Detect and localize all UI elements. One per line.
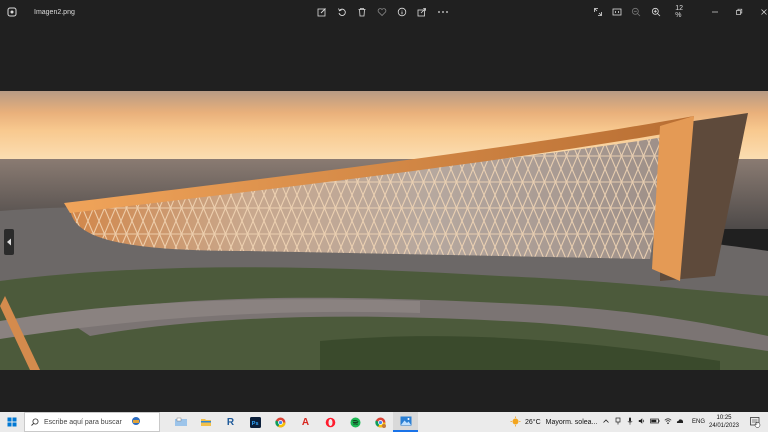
taskbar-photos-icon[interactable] [393,412,418,432]
actual-size-icon[interactable] [611,6,622,18]
maximize-button[interactable] [727,0,752,24]
zoom-in-icon[interactable] [650,6,661,18]
previous-image-button[interactable] [4,229,14,255]
clock-date: 24/01/2023 [708,423,740,429]
weather-description: Mayorm. solea... [545,418,598,426]
search-placeholder: Escribe aquí para buscar [44,418,122,426]
favorite-heart-icon[interactable] [376,6,388,18]
close-button[interactable] [751,0,768,24]
cortana-icon [130,413,142,431]
file-name: Imagen2.png [34,8,75,16]
share-icon[interactable] [416,6,428,18]
sun-icon [510,416,521,429]
svg-text:Ps: Ps [252,420,259,426]
taskbar-opera-icon[interactable] [318,412,343,432]
taskbar-task-view-icon[interactable] [168,412,193,432]
system-tray: ENG [602,412,705,432]
taskbar-chrome-profile-icon[interactable] [368,412,393,432]
taskbar-spotify-icon[interactable] [343,412,368,432]
microphone-icon[interactable] [626,417,634,427]
edit-image-icon[interactable] [316,6,328,18]
clock[interactable]: 10:25 24/01/2023 [703,414,745,430]
image-viewer [0,24,768,412]
taskbar-revit-icon[interactable]: R [218,412,243,432]
notification-count: 2 [755,421,758,427]
displayed-image[interactable] [0,91,768,370]
weather-temperature: 26°C [525,418,541,426]
taskbar-acrobat-icon[interactable]: A [293,412,318,432]
clock-time: 10:25 [716,415,732,421]
weather-widget[interactable]: 26°C Mayorm. solea... [510,412,597,432]
usb-device-icon[interactable] [614,417,622,427]
taskbar: Escribe aquí para buscar R Ps A 26°C May… [0,412,768,432]
minimize-button[interactable] [702,0,727,24]
info-icon[interactable] [396,6,408,18]
notification-center-icon[interactable]: 2 [748,415,762,429]
zoom-out-icon[interactable] [631,6,642,18]
onedrive-icon[interactable] [676,417,684,427]
more-options-icon[interactable] [436,6,450,18]
show-hidden-icons-chevron-icon[interactable] [602,417,610,427]
photos-app-icon [0,0,24,24]
zoom-level[interactable]: 12 % [675,5,690,19]
taskbar-photoshop-icon[interactable]: Ps [243,412,268,432]
start-button[interactable] [0,412,24,432]
fullscreen-icon[interactable] [592,6,603,18]
delete-icon[interactable] [356,6,368,18]
network-wifi-icon[interactable] [664,417,672,427]
taskbar-search-box[interactable]: Escribe aquí para buscar [24,412,160,432]
volume-icon[interactable] [638,417,646,427]
battery-icon[interactable] [650,417,660,427]
taskbar-file-explorer-icon[interactable] [193,412,218,432]
image-toolbar [316,0,450,24]
rotate-icon[interactable] [336,6,348,18]
search-icon [31,413,39,431]
taskbar-chrome-icon[interactable] [268,412,293,432]
title-bar: Imagen2.png 12 % [0,0,768,24]
